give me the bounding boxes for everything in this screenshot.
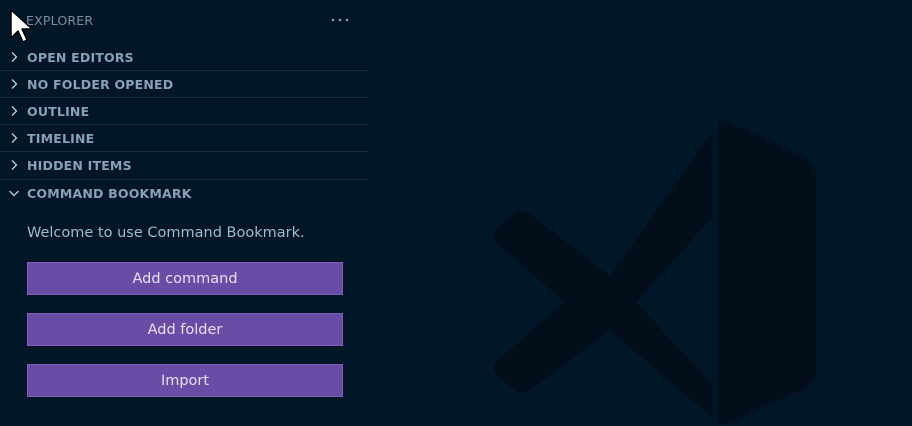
chevron-right-icon: [8, 132, 20, 144]
section-hidden-items[interactable]: HIDDEN ITEMS: [0, 152, 368, 179]
sidebar-title: EXPLORER: [26, 13, 94, 28]
sidebar-header: EXPLORER: [0, 0, 368, 42]
ellipsis-icon: [331, 18, 349, 22]
vscode-window: EXPLORER OPEN EDITORS NO FOLDER OPENED O…: [0, 0, 912, 426]
explorer-sidebar: EXPLORER OPEN EDITORS NO FOLDER OPENED O…: [0, 0, 368, 426]
section-no-folder-opened[interactable]: NO FOLDER OPENED: [0, 71, 368, 98]
chevron-right-icon: [8, 105, 20, 117]
editor-area: [368, 0, 912, 426]
chevron-right-icon: [8, 78, 20, 90]
section-label: OPEN EDITORS: [27, 50, 134, 65]
section-label: HIDDEN ITEMS: [27, 158, 132, 173]
bookmark-welcome-text: Welcome to use Command Bookmark.: [27, 225, 305, 241]
add-command-button[interactable]: Add command: [27, 262, 343, 295]
section-outline[interactable]: OUTLINE: [0, 98, 368, 125]
section-label: TIMELINE: [27, 131, 95, 146]
chevron-down-icon: [8, 187, 20, 199]
section-timeline[interactable]: TIMELINE: [0, 125, 368, 152]
section-command-bookmark[interactable]: COMMAND BOOKMARK: [0, 180, 368, 207]
section-open-editors[interactable]: OPEN EDITORS: [0, 44, 368, 71]
section-label: NO FOLDER OPENED: [27, 77, 174, 92]
section-label: COMMAND BOOKMARK: [27, 186, 192, 201]
import-button[interactable]: Import: [27, 364, 343, 397]
add-folder-button[interactable]: Add folder: [27, 313, 343, 346]
chevron-right-icon: [8, 51, 20, 63]
vscode-logo-icon: [493, 120, 816, 425]
more-actions-button[interactable]: [326, 8, 354, 32]
chevron-right-icon: [8, 159, 20, 171]
section-label: OUTLINE: [27, 104, 90, 119]
